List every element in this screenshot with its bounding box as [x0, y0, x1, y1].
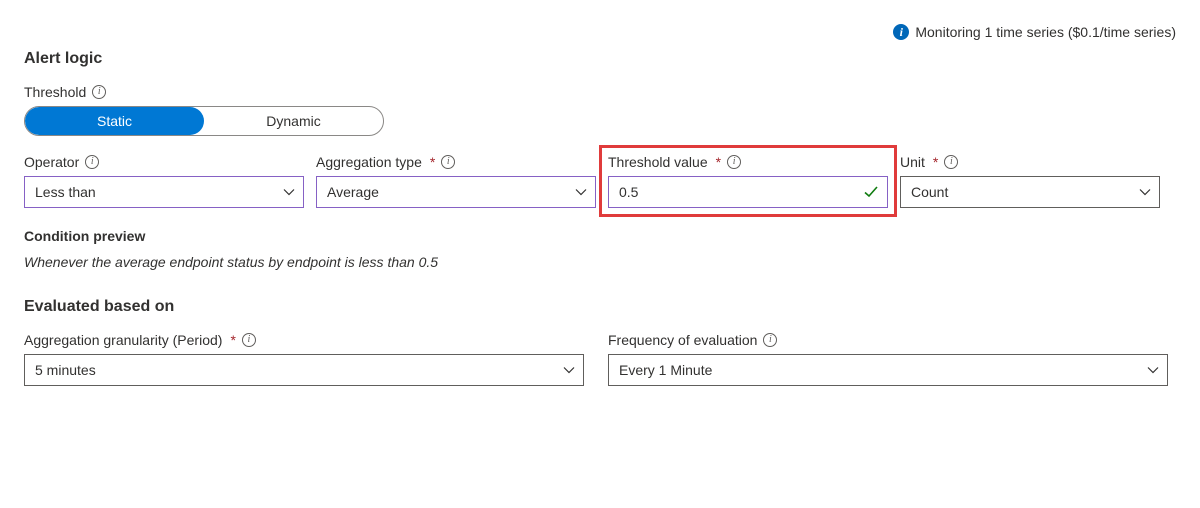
operator-label: Operator: [24, 154, 79, 170]
condition-preview-heading: Condition preview: [24, 228, 1176, 244]
operator-field-group: Operator i Less than: [24, 154, 304, 208]
threshold-value-text: 0.5: [619, 184, 638, 200]
info-icon[interactable]: i: [944, 155, 958, 169]
frequency-field-group: Frequency of evaluation i Every 1 Minute: [608, 332, 1168, 386]
required-marker: *: [230, 332, 235, 348]
alert-logic-heading: Alert logic: [24, 50, 1176, 68]
monitoring-notice: i Monitoring 1 time series ($0.1/time se…: [24, 24, 1176, 40]
info-icon[interactable]: i: [242, 333, 256, 347]
aggregation-type-label: Aggregation type: [316, 154, 422, 170]
unit-select[interactable]: Count: [900, 176, 1160, 208]
chevron-down-icon: [283, 186, 295, 198]
frequency-select[interactable]: Every 1 Minute: [608, 354, 1168, 386]
aggregation-type-select[interactable]: Average: [316, 176, 596, 208]
threshold-value-label: Threshold value: [608, 154, 708, 170]
unit-field-group: Unit * i Count: [900, 154, 1160, 208]
threshold-dynamic-option[interactable]: Dynamic: [204, 107, 383, 135]
required-marker: *: [430, 154, 435, 170]
condition-preview-text: Whenever the average endpoint status by …: [24, 254, 1176, 270]
info-icon[interactable]: i: [727, 155, 741, 169]
threshold-value-input[interactable]: 0.5: [608, 176, 888, 208]
unit-label: Unit: [900, 154, 925, 170]
chevron-down-icon: [1139, 186, 1151, 198]
evaluated-heading: Evaluated based on: [24, 298, 1176, 316]
threshold-label: Threshold: [24, 84, 86, 100]
checkmark-icon: [863, 184, 879, 200]
required-marker: *: [933, 154, 938, 170]
granularity-value: 5 minutes: [35, 362, 96, 378]
threshold-static-option[interactable]: Static: [25, 107, 204, 135]
monitoring-notice-text: Monitoring 1 time series ($0.1/time seri…: [915, 24, 1176, 40]
granularity-select[interactable]: 5 minutes: [24, 354, 584, 386]
chevron-down-icon: [1147, 364, 1159, 376]
threshold-label-row: Threshold i: [24, 84, 1176, 100]
frequency-value: Every 1 Minute: [619, 362, 712, 378]
aggregation-type-field-group: Aggregation type * i Average: [316, 154, 596, 208]
info-icon[interactable]: i: [763, 333, 777, 347]
info-icon[interactable]: i: [92, 85, 106, 99]
chevron-down-icon: [563, 364, 575, 376]
aggregation-type-value: Average: [327, 184, 379, 200]
info-icon[interactable]: i: [441, 155, 455, 169]
info-icon: i: [893, 24, 909, 40]
threshold-toggle[interactable]: Static Dynamic: [24, 106, 384, 136]
operator-select[interactable]: Less than: [24, 176, 304, 208]
granularity-label: Aggregation granularity (Period): [24, 332, 222, 348]
unit-value: Count: [911, 184, 948, 200]
threshold-value-highlight: Threshold value * i 0.5: [599, 145, 897, 217]
required-marker: *: [716, 154, 721, 170]
operator-value: Less than: [35, 184, 96, 200]
info-icon[interactable]: i: [85, 155, 99, 169]
chevron-down-icon: [575, 186, 587, 198]
granularity-field-group: Aggregation granularity (Period) * i 5 m…: [24, 332, 584, 386]
frequency-label: Frequency of evaluation: [608, 332, 757, 348]
